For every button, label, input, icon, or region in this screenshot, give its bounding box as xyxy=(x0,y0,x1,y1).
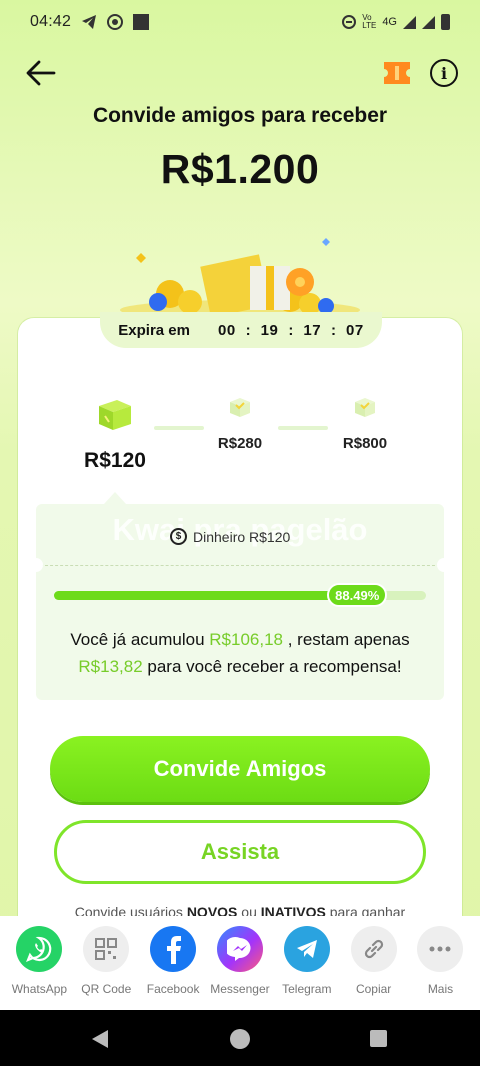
volte-icon: Vo LTE xyxy=(362,13,377,30)
cash-reward-row: $ Dinheiro R$120 xyxy=(170,528,290,545)
share-messenger[interactable]: Messenger xyxy=(208,926,272,1010)
milestone-connector xyxy=(154,426,204,430)
share-telegram[interactable]: Telegram xyxy=(275,926,339,1010)
dashed-divider xyxy=(40,565,440,566)
countdown-separator: : xyxy=(245,321,251,339)
coin-icon: $ xyxy=(170,528,187,545)
progress-percent-badge: 88.49% xyxy=(327,583,388,607)
locked-gift-icon xyxy=(355,398,375,417)
progress-bar: 88.49% xyxy=(54,583,426,607)
nav-recents-icon[interactable] xyxy=(370,1030,387,1047)
nav-back-icon[interactable] xyxy=(92,1030,108,1048)
telegram-notification-icon xyxy=(82,15,97,29)
gift-box-icon xyxy=(99,400,131,430)
status-time: 04:42 xyxy=(30,13,72,30)
milestone-pointer xyxy=(104,492,126,504)
milestone-label: R$120 xyxy=(84,449,146,472)
share-qr-code[interactable]: QR Code xyxy=(74,926,138,1010)
ticket-notch-left xyxy=(29,558,43,572)
countdown-frames: 07 xyxy=(346,321,364,339)
status-bar: 04:42 Vo LTE 4G xyxy=(0,0,480,44)
share-copy-link[interactable]: Copiar xyxy=(342,926,406,1010)
link-icon xyxy=(350,926,397,972)
ticket-icon[interactable] xyxy=(382,59,412,87)
share-label: QR Code xyxy=(81,982,132,996)
invite-friends-button[interactable]: Convide Amigos xyxy=(50,736,430,802)
signal-icon xyxy=(403,15,416,29)
invite-screen: 04:42 Vo LTE 4G i Convide amigos para rec… xyxy=(0,0,480,1010)
battery-icon xyxy=(441,14,450,30)
progress-text-prefix: Você já acumulou xyxy=(70,630,210,649)
telegram-icon xyxy=(283,926,330,972)
countdown-seconds: 17 xyxy=(303,321,322,339)
milestone-label: R$280 xyxy=(217,435,263,452)
back-arrow-icon[interactable] xyxy=(24,56,58,90)
countdown-separator: : xyxy=(288,321,294,339)
countdown-minutes: 19 xyxy=(260,321,279,339)
dnd-icon xyxy=(342,15,357,29)
facebook-icon xyxy=(150,926,197,972)
countdown-timer: Expira em 00 : 19 : 17 : 07 xyxy=(100,312,382,348)
status-right: Vo LTE 4G xyxy=(342,14,450,30)
share-more[interactable]: Mais xyxy=(408,926,472,1010)
info-icon[interactable]: i xyxy=(430,59,458,87)
chrome-notification-icon xyxy=(107,14,124,30)
milestone-1[interactable]: R$120 xyxy=(70,394,160,473)
notification-icons xyxy=(81,14,150,30)
milestone-connector xyxy=(278,426,328,430)
share-label: Facebook xyxy=(146,982,200,996)
share-facebook[interactable]: Facebook xyxy=(141,926,205,1010)
progress-message: Você já acumulou R$106,18 , restam apena… xyxy=(50,626,430,680)
ticket-notch-right xyxy=(437,558,451,572)
top-bar: i xyxy=(0,50,480,96)
share-label: WhatsApp xyxy=(11,982,68,996)
app-notification-icon xyxy=(133,14,150,30)
nav-home-icon[interactable] xyxy=(230,1029,250,1049)
countdown-label: Expira em xyxy=(118,321,190,339)
share-label: Copiar xyxy=(355,982,392,996)
more-icon xyxy=(417,926,464,972)
messenger-icon xyxy=(216,926,263,972)
share-label: Telegram xyxy=(282,982,332,996)
whatsapp-icon xyxy=(16,926,63,972)
reward-amount: R$1.200 xyxy=(160,146,320,192)
milestone-label: R$800 xyxy=(342,435,388,452)
locked-gift-icon xyxy=(230,398,250,417)
cash-reward-label: Dinheiro R$120 xyxy=(193,528,291,545)
progress-text-middle: , restam apenas xyxy=(283,630,410,649)
page-title: Convide amigos para receber xyxy=(92,104,388,127)
accumulated-amount: R$106,18 xyxy=(209,630,284,649)
signal-icon-2 xyxy=(422,15,435,29)
watch-button[interactable]: Assista xyxy=(54,820,426,884)
system-nav-bar xyxy=(0,1010,480,1066)
share-whatsapp[interactable]: WhatsApp xyxy=(7,926,71,1010)
milestone-2[interactable]: R$280 xyxy=(200,394,280,452)
share-sheet: WhatsApp QR Code Facebook Messenger Tele… xyxy=(0,916,480,1010)
milestone-3[interactable]: R$800 xyxy=(325,394,405,452)
progress-text-suffix: para você receber a recompensa! xyxy=(142,657,402,676)
countdown-hours: 00 xyxy=(217,321,236,339)
remaining-amount: R$13,82 xyxy=(78,657,143,676)
gift-illustration xyxy=(120,238,360,320)
share-label: Mais xyxy=(427,982,454,996)
network-type: 4G xyxy=(382,16,397,28)
share-label: Messenger xyxy=(210,982,270,996)
countdown-separator: : xyxy=(331,321,337,339)
qr-code-icon xyxy=(83,926,130,972)
